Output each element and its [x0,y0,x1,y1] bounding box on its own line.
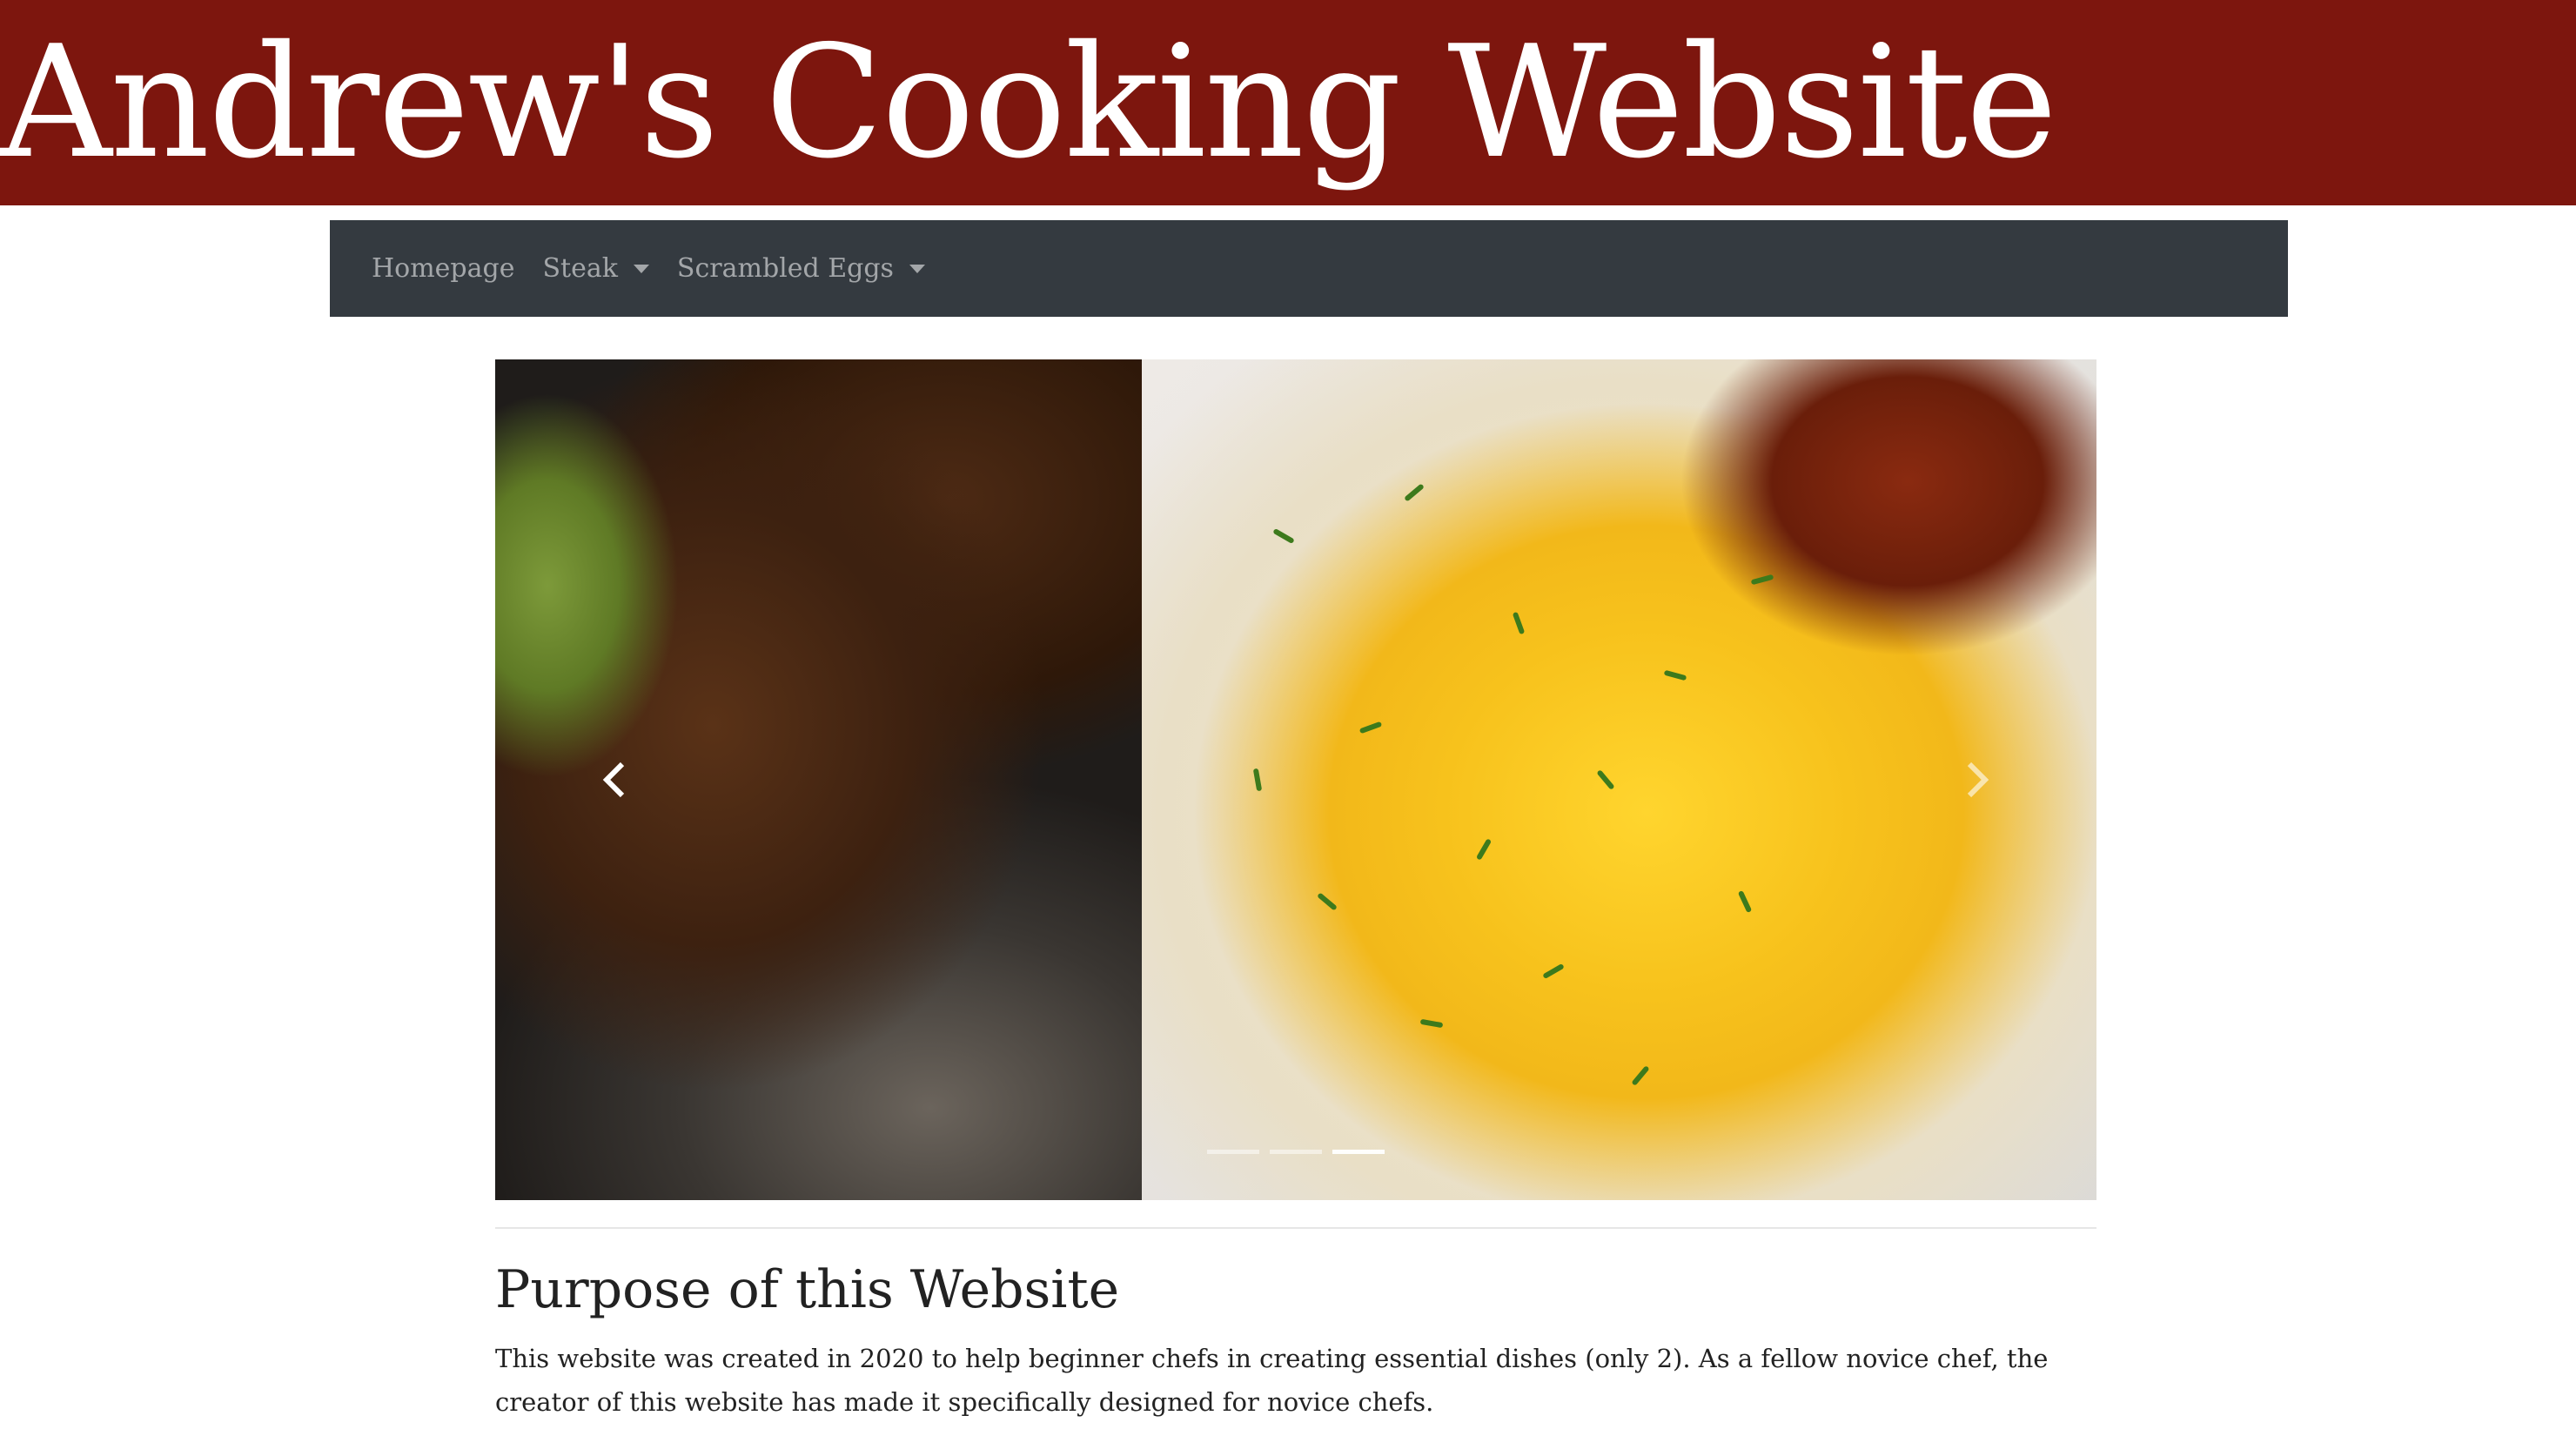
nav-scrambled-eggs-label: Scrambled Eggs [676,253,894,284]
purpose-heading: Purpose of this Website [495,1259,1120,1320]
chevron-left-icon [602,761,625,798]
section-divider [495,1227,2096,1229]
image-carousel [495,359,2096,1200]
header-banner: Andrew's Cooking Website [0,0,2576,205]
carousel-indicator-3[interactable] [1332,1150,1385,1154]
chevron-right-icon [1967,761,1989,798]
main-navbar: Homepage Steak Scrambled Eggs [330,220,2288,317]
carousel-next-button[interactable] [1856,359,2096,1200]
carousel-indicator-2[interactable] [1270,1150,1322,1154]
caret-down-icon [633,264,649,273]
nav-steak-dropdown[interactable]: Steak [542,253,649,284]
nav-steak-label: Steak [542,253,618,284]
caret-down-icon [909,264,925,273]
purpose-text: This website was created in 2020 to help… [495,1344,2049,1417]
carousel-prev-button[interactable] [495,359,735,1200]
nav-homepage[interactable]: Homepage [372,253,514,284]
nav-homepage-label: Homepage [372,253,515,284]
site-title: Andrew's Cooking Website [0,12,2057,192]
carousel-indicators [1207,1150,1729,1167]
nav-scrambled-eggs-dropdown[interactable]: Scrambled Eggs [677,253,925,284]
carousel-indicator-1[interactable] [1207,1150,1259,1154]
